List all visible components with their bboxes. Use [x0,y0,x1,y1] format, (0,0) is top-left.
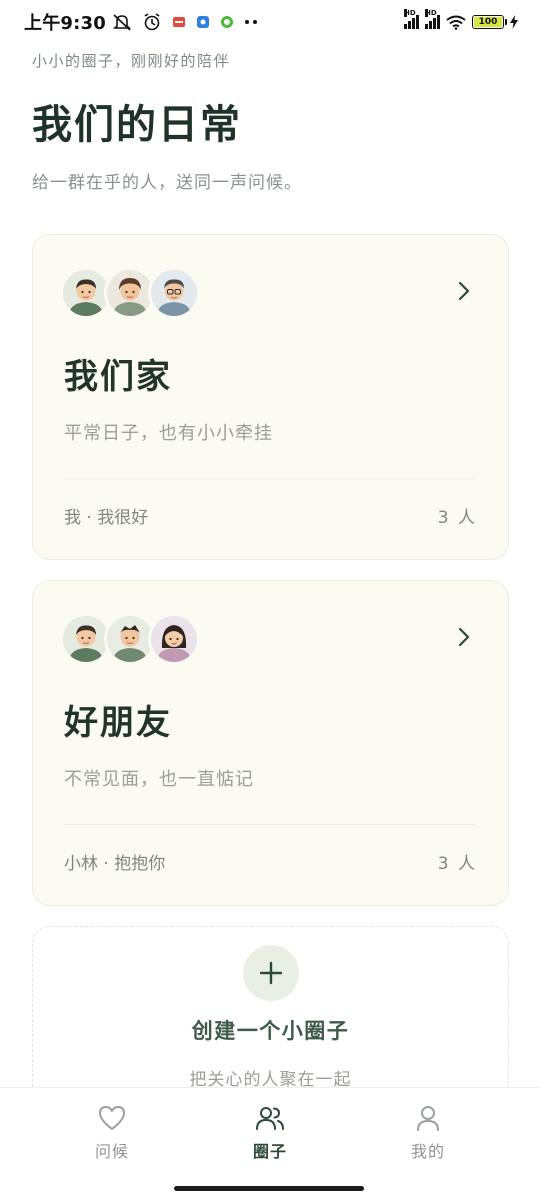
app-notification-icon [196,16,209,28]
home-indicator[interactable] [174,1186,364,1191]
battery-icon: 100 [472,15,507,29]
page-eyebrow: 小小的圈子，刚刚好的陪伴 [32,52,231,70]
person-icon [417,1106,439,1131]
circle-card-friends[interactable]: 好朋友 不常见面，也一直惦记 小林 · 抱抱你 3 人 [32,580,509,906]
circle-name: 我们家 [64,357,172,397]
member-avatars [60,613,200,665]
avatar [148,267,200,319]
circle-description: 平常日子，也有小小牵挂 [64,423,273,444]
nav-item-me[interactable]: 我的 [378,1104,478,1162]
member-count: 3 人 [437,508,477,528]
chevron-right-icon[interactable] [452,279,476,303]
page-subtitle: 给一群在乎的人，送同一声问候。 [32,173,302,193]
battery-level: 100 [478,17,498,27]
divider [64,478,477,479]
nav-item-greetings[interactable]: 问候 [62,1104,162,1162]
circle-latest-status: 我 · 我很好 [64,508,149,528]
alarm-icon [144,13,160,31]
mute-icon [113,14,131,31]
nav-item-circles[interactable]: 圈子 [220,1104,320,1162]
more-icon [244,20,257,24]
heart-icon [99,1106,125,1130]
plus-icon [259,961,283,985]
status-left-icons [112,12,258,32]
nav-label: 圈子 [252,1142,287,1161]
create-circle-button[interactable] [243,945,299,1001]
chevron-right-icon[interactable] [452,625,476,649]
circle-description: 不常见面，也一直惦记 [64,769,254,790]
bottom-nav: 问候 圈子 我的 [0,1087,540,1200]
circle-latest-status: 小林 · 抱抱你 [64,854,166,874]
circle-card-family[interactable]: 我们家 平常日子，也有小小牵挂 我 · 我很好 3 人 [32,234,509,560]
app-notification-icon [172,17,185,27]
app-notification-icon [220,16,233,28]
circle-name: 好朋友 [64,703,172,743]
avatar [148,613,200,665]
member-avatars [60,267,200,319]
status-right: HD HD 100 [404,9,518,30]
divider [64,824,477,825]
nav-label: 问候 [94,1142,129,1161]
signal-icon: HD [425,9,440,29]
wifi-icon [446,15,466,30]
nav-label: 我的 [410,1142,445,1161]
status-bar: 上午9:30 HD HD 100 [0,0,540,44]
create-circle-title: 创建一个小圈子 [191,1019,350,1043]
page-title: 我们的日常 [32,102,242,148]
signal-icon: HD [404,9,419,29]
status-time: 上午9:30 [24,13,106,34]
charging-icon [510,15,518,29]
group-icon [256,1107,284,1130]
member-count: 3 人 [437,854,477,874]
